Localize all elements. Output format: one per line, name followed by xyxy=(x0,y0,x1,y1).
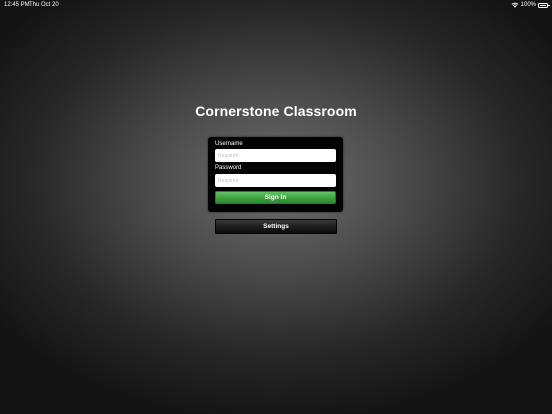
wifi-icon xyxy=(511,2,519,8)
battery-fill xyxy=(540,4,546,6)
password-label: Password xyxy=(215,165,242,171)
app-title: Cornerstone Classroom xyxy=(195,103,357,119)
battery-percentage: 100% xyxy=(520,2,536,8)
login-panel: Username Password Sign In xyxy=(208,137,343,212)
status-indicators: 100% xyxy=(511,0,550,10)
password-input[interactable] xyxy=(215,174,336,187)
settings-button[interactable]: Settings xyxy=(215,219,337,234)
status-bar: 12:45 PM Thu Oct 20 100% xyxy=(0,0,552,10)
battery-icon xyxy=(538,2,550,8)
username-input[interactable] xyxy=(215,149,336,162)
username-label: Username xyxy=(215,141,243,147)
battery-tip xyxy=(548,4,550,6)
status-time: 12:45 PM xyxy=(4,2,30,8)
status-date: Thu Oct 20 xyxy=(29,2,59,8)
sign-in-button[interactable]: Sign In xyxy=(215,191,336,204)
